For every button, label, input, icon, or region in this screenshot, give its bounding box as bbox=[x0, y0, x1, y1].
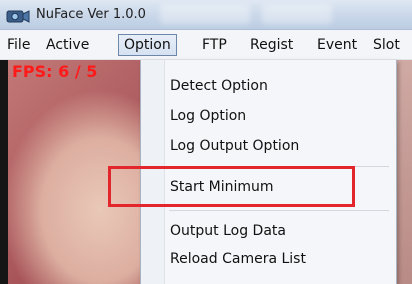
title-blur-region bbox=[262, 4, 332, 24]
menu-file[interactable]: File bbox=[7, 36, 30, 54]
menu-item-log-output-option[interactable]: Log Output Option bbox=[170, 136, 299, 156]
start-minimum-highlight-box bbox=[108, 166, 355, 207]
menu-active[interactable]: Active bbox=[46, 36, 89, 54]
menu-item-detect-option[interactable]: Detect Option bbox=[170, 76, 268, 96]
menu-ftp[interactable]: FTP bbox=[202, 36, 227, 54]
menu-slot[interactable]: Slot bbox=[373, 36, 400, 54]
camera-icon bbox=[6, 8, 30, 24]
menu-regist[interactable]: Regist bbox=[250, 36, 293, 54]
title-blur-region bbox=[160, 4, 250, 24]
menu-event[interactable]: Event bbox=[317, 36, 357, 54]
menu-item-reload-camera-list[interactable]: Reload Camera List bbox=[170, 249, 306, 269]
app-window: NuFace Ver 1.0.0 File Active Option FTP … bbox=[0, 0, 412, 284]
menu-separator bbox=[169, 210, 389, 211]
title-bar[interactable]: NuFace Ver 1.0.0 bbox=[0, 0, 412, 30]
video-left-edge bbox=[0, 60, 8, 284]
menu-bar: File Active Option FTP Regist Event Slot bbox=[0, 30, 412, 60]
menu-item-output-log-data[interactable]: Output Log Data bbox=[170, 221, 286, 241]
menu-item-log-option[interactable]: Log Option bbox=[170, 106, 246, 126]
video-right-strip bbox=[396, 60, 412, 284]
menu-option[interactable]: Option bbox=[118, 34, 177, 56]
fps-counter: FPS: 6 / 5 bbox=[12, 62, 98, 81]
window-title: NuFace Ver 1.0.0 bbox=[36, 7, 146, 22]
